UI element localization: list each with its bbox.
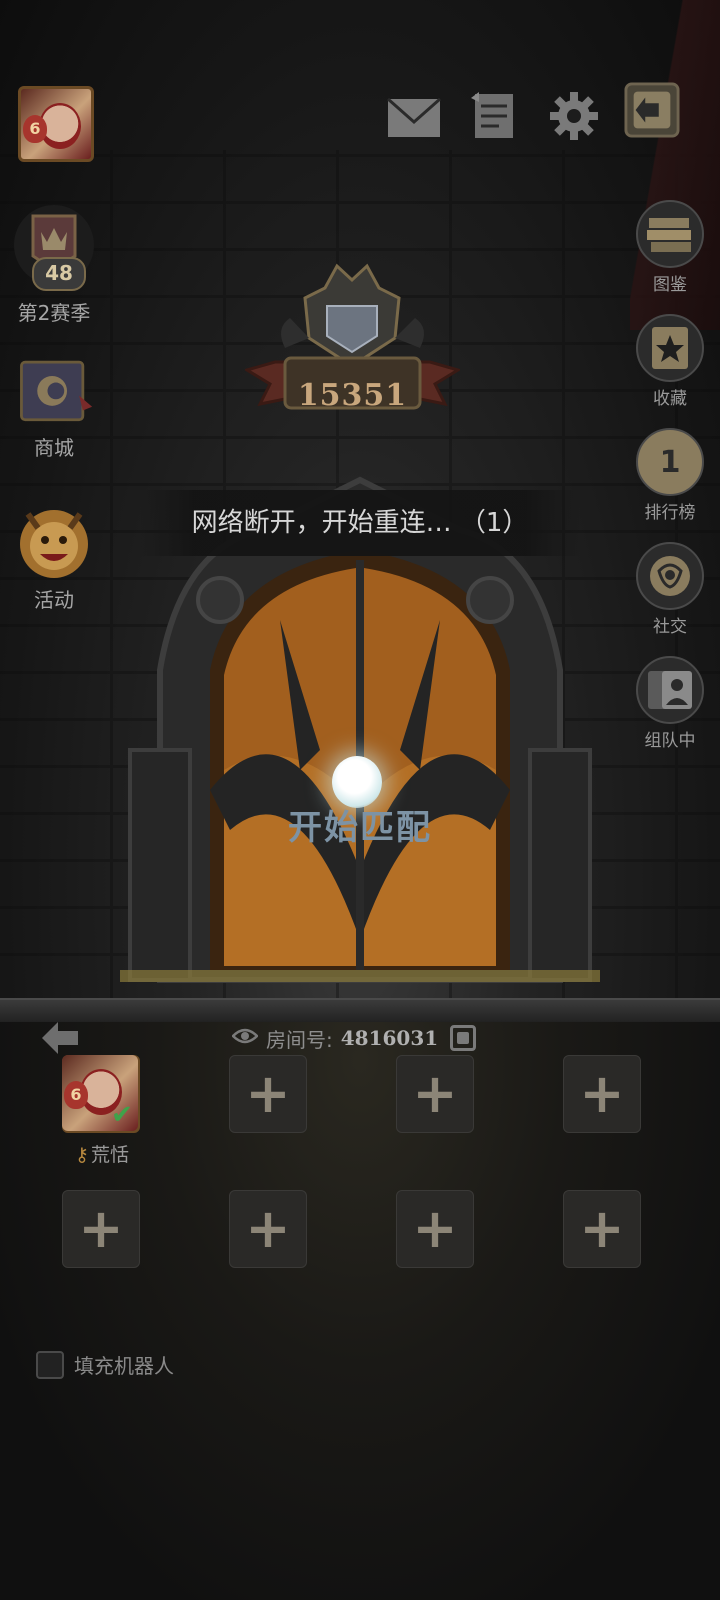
codex-menu[interactable]: 图鉴 <box>630 200 710 295</box>
player-name-text: 荒恬 <box>90 1144 129 1166</box>
books-icon <box>636 200 704 268</box>
ready-check-icon: ✔ <box>111 1100 133 1130</box>
key-icon: ⚷ <box>75 1144 89 1166</box>
start-match-button[interactable]: 开始匹配 <box>250 800 470 849</box>
party-label: 组队中 <box>644 731 696 751</box>
back-arrow-icon[interactable] <box>40 1020 80 1060</box>
party-slot-empty[interactable]: + <box>563 1190 641 1268</box>
gear-icon[interactable] <box>546 88 602 144</box>
room-number: 4816031 <box>340 1026 439 1050</box>
team-icon <box>636 656 704 724</box>
lion-mask-icon <box>14 502 94 582</box>
copy-icon[interactable] <box>450 1025 477 1051</box>
shop-icon <box>14 350 94 430</box>
leaderboard-icon: 1 <box>636 428 704 496</box>
leaderboard-menu[interactable]: 1 排行榜 <box>630 428 710 523</box>
party-slot-empty[interactable]: + <box>396 1055 474 1133</box>
shop-label: 商城 <box>34 436 74 460</box>
party-slot-empty[interactable]: + <box>396 1190 474 1268</box>
collection-menu[interactable]: 收藏 <box>630 314 710 409</box>
party-slot-player[interactable]: 6 ✔ <box>62 1055 140 1133</box>
social-label: 社交 <box>653 617 687 637</box>
player-level-badge: 6 <box>64 1081 88 1109</box>
mail-icon[interactable] <box>386 90 442 146</box>
fill-bots-checkbox[interactable] <box>36 1350 64 1379</box>
party-menu[interactable]: 组队中 <box>630 656 710 751</box>
social-menu[interactable]: 社交 <box>630 542 710 637</box>
avatar-level-badge: 6 <box>23 115 47 143</box>
party-slot-empty[interactable]: + <box>229 1055 307 1133</box>
room-info: 房间号: 4816031 <box>231 1020 477 1056</box>
eye-icon <box>231 1026 259 1051</box>
party-slot-empty[interactable]: + <box>563 1055 641 1133</box>
codex-label: 图鉴 <box>653 275 687 295</box>
fill-bots-option[interactable]: 填充机器人 <box>36 1350 174 1379</box>
notes-icon[interactable] <box>466 88 522 144</box>
party-slot-empty[interactable]: + <box>62 1190 140 1268</box>
party-slot-empty[interactable]: + <box>229 1190 307 1268</box>
player-name: ⚷ 荒恬 <box>62 1140 142 1167</box>
leaderboard-label: 排行榜 <box>644 503 696 523</box>
events-menu[interactable]: 活动 <box>8 502 100 613</box>
season-level: 48 <box>32 257 86 291</box>
shop-menu[interactable]: 商城 <box>8 350 100 461</box>
room-label: 房间号: <box>266 1027 333 1052</box>
season-label: 第2赛季 <box>17 301 91 325</box>
rank-score: 15351 <box>297 378 408 413</box>
stone-ledge <box>0 998 720 1022</box>
fill-bots-label: 填充机器人 <box>74 1354 174 1378</box>
season-menu[interactable]: 48 第2赛季 <box>8 205 100 326</box>
exit-icon[interactable] <box>624 82 680 138</box>
events-label: 活动 <box>34 588 74 612</box>
star-card-icon <box>636 314 704 382</box>
collection-label: 收藏 <box>653 389 687 409</box>
rose-icon <box>636 542 704 610</box>
reconnect-toast: 网络断开，开始重连… （1） <box>140 490 580 556</box>
season-icon: 48 <box>14 205 94 291</box>
profile-avatar[interactable]: 6 <box>18 86 94 162</box>
